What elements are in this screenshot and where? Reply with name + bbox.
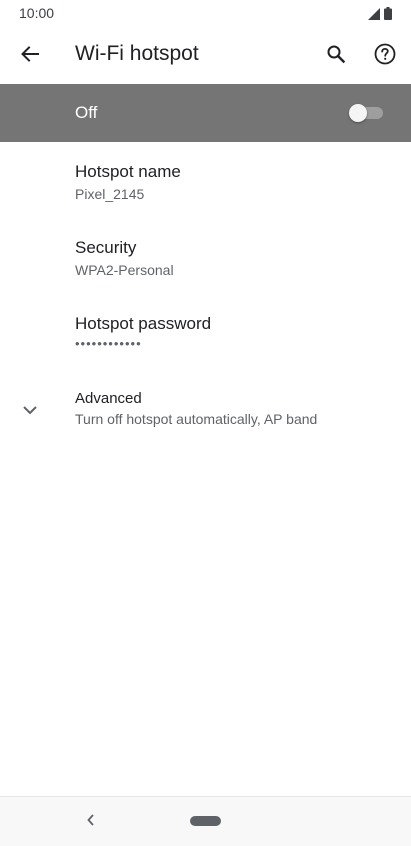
status-bar: 10:00 — [0, 0, 411, 26]
pref-title: Hotspot password — [75, 314, 212, 333]
switch-thumb — [349, 104, 367, 122]
hotspot-toggle-switch[interactable] — [349, 104, 383, 122]
help-icon — [373, 42, 397, 71]
nav-back-button[interactable] — [82, 812, 100, 832]
search-icon — [326, 44, 346, 69]
screen: 10:00 Wi-Fi hotspot Off Hotspot name Pix… — [0, 0, 411, 846]
pref-title: Security — [75, 238, 137, 257]
home-pill-icon[interactable] — [190, 816, 221, 826]
signal-icon — [368, 7, 380, 25]
pref-hotspot-password[interactable]: Hotspot password •••••••••••• — [0, 314, 411, 386]
pref-security[interactable]: Security WPA2-Personal — [0, 238, 411, 310]
battery-icon — [384, 7, 392, 25]
app-bar: Wi-Fi hotspot — [0, 26, 411, 84]
help-button[interactable] — [371, 42, 399, 70]
pref-summary-password-dots: •••••••••••• — [75, 336, 142, 351]
pref-hotspot-name[interactable]: Hotspot name Pixel_2145 — [0, 162, 411, 234]
pref-summary: Pixel_2145 — [75, 186, 145, 202]
hotspot-master-switch-bar[interactable]: Off — [0, 84, 411, 142]
master-switch-label: Off — [75, 103, 98, 122]
system-nav-bar — [0, 796, 411, 846]
status-time: 10:00 — [19, 5, 55, 21]
pref-summary: Turn off hotspot automatically, AP band — [75, 411, 318, 427]
chevron-down-icon — [20, 400, 40, 420]
status-icons — [368, 7, 392, 25]
pref-summary: WPA2-Personal — [75, 262, 174, 278]
pref-title: Hotspot name — [75, 162, 181, 181]
search-button[interactable] — [322, 42, 350, 70]
arrow-back-icon — [20, 44, 40, 69]
page-title: Wi-Fi hotspot — [75, 42, 199, 65]
nav-back-icon — [86, 813, 96, 832]
back-button[interactable] — [16, 42, 44, 70]
pref-advanced[interactable]: Advanced Turn off hotspot automatically,… — [0, 390, 411, 462]
pref-title: Advanced — [75, 390, 142, 407]
